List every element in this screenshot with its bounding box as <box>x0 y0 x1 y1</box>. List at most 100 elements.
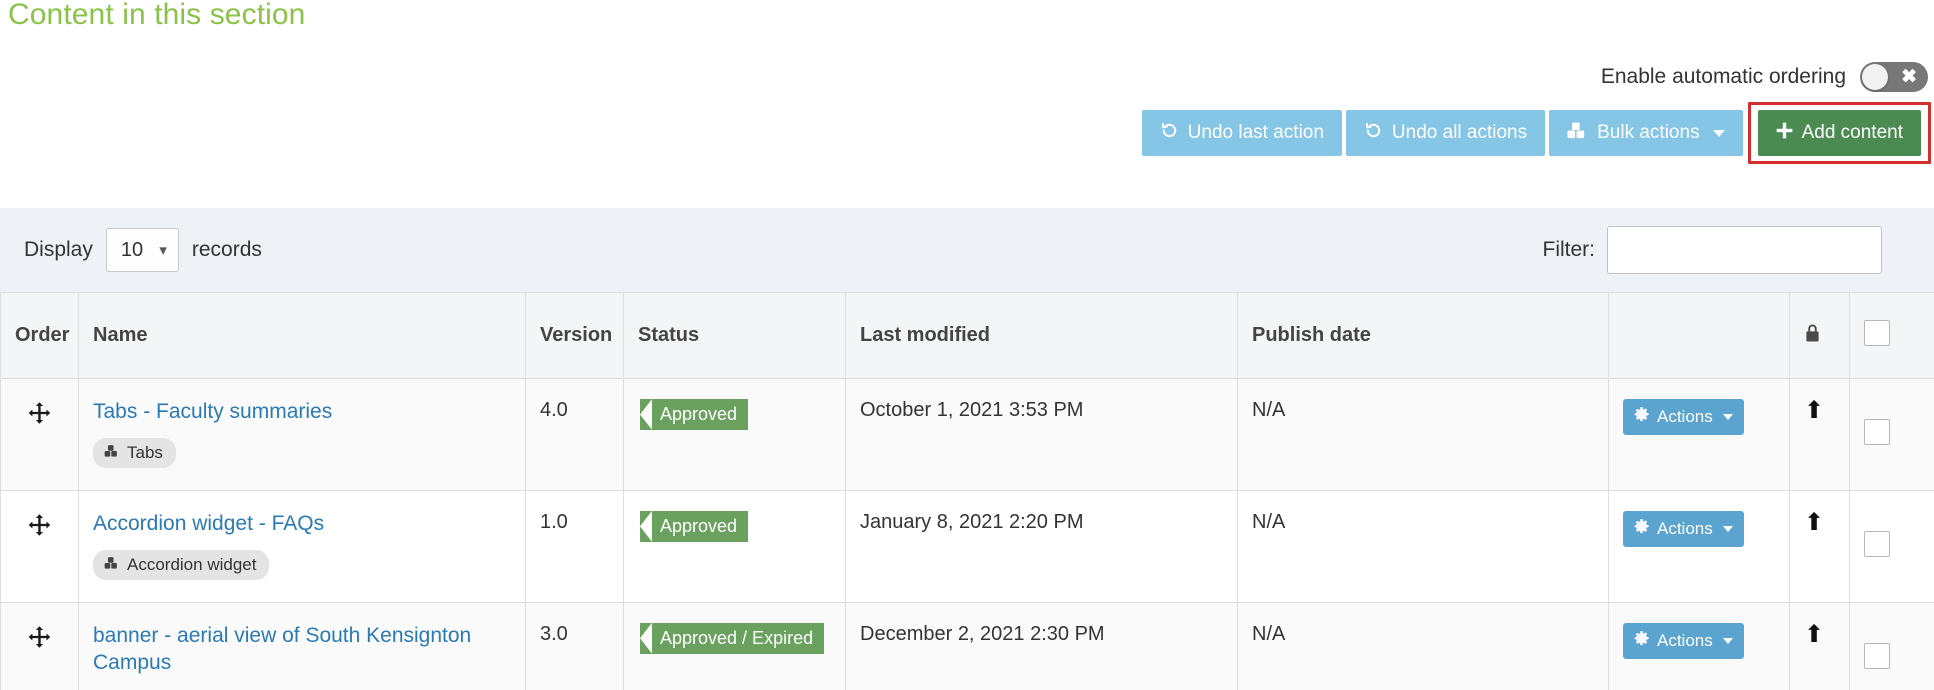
cell-select <box>1849 601 1934 690</box>
column-header-publish-date[interactable]: Publish date <box>1237 292 1609 379</box>
add-content-label: Add content <box>1801 122 1903 143</box>
add-content-highlight: Add content <box>1747 102 1931 164</box>
table-row: Tabs - Faculty summaries Tabs 4.0 Approv… <box>0 378 1934 491</box>
column-header-lock <box>1789 292 1850 379</box>
table-controls-bar: Display 10 ▾ records Filter: <box>0 208 1934 292</box>
row-actions-button[interactable]: Actions <box>1623 399 1744 435</box>
bulk-actions-button[interactable]: Bulk actions <box>1549 110 1743 156</box>
cell-select <box>1849 378 1934 491</box>
column-header-status[interactable]: Status <box>623 292 846 379</box>
chevron-down-icon <box>1712 129 1725 137</box>
cell-publish-date: N/A <box>1237 601 1609 690</box>
gear-icon <box>1634 407 1649 427</box>
cubes-icon <box>104 443 120 463</box>
filter-label: Filter: <box>1542 238 1596 261</box>
content-name-link[interactable]: Accordion widget - FAQs <box>93 511 511 538</box>
row-actions-button[interactable]: Actions <box>1623 510 1744 547</box>
cell-lock: ⬆ <box>1789 601 1850 690</box>
drag-handle-icon[interactable] <box>15 623 64 650</box>
content-type-badge: Tabs <box>93 437 176 468</box>
status-badge: Approved <box>640 399 749 430</box>
gear-icon <box>1634 518 1649 539</box>
add-content-button[interactable]: Add content <box>1757 110 1921 156</box>
cell-lock: ⬆ <box>1789 489 1850 603</box>
arrow-up-icon[interactable]: ⬆ <box>1804 397 1824 424</box>
content-type-label: Tabs <box>127 442 163 462</box>
column-header-select-all <box>1849 292 1934 379</box>
row-checkbox[interactable] <box>1864 642 1890 669</box>
column-header-actions <box>1608 292 1790 379</box>
cell-version: 4.0 <box>525 378 624 491</box>
drag-handle-icon[interactable] <box>15 399 64 426</box>
table-body: Tabs - Faculty summaries Tabs 4.0 Approv… <box>0 378 1934 690</box>
content-table: Order Name Version Status Last modified … <box>0 292 1934 690</box>
column-header-name[interactable]: Name <box>78 292 526 379</box>
column-header-last-modified[interactable]: Last modified <box>845 292 1238 379</box>
display-label: Display <box>24 238 93 261</box>
content-type-badge: Accordion widget <box>93 549 270 580</box>
lock-icon <box>1804 323 1821 349</box>
column-header-order[interactable]: Order <box>0 292 79 379</box>
row-actions-label: Actions <box>1657 630 1713 650</box>
page-title: Content in this section <box>8 0 306 31</box>
cell-name: Tabs - Faculty summaries Tabs <box>78 378 526 491</box>
cell-publish-date: N/A <box>1237 378 1609 491</box>
automatic-ordering-label: Enable automatic ordering <box>1600 65 1846 88</box>
row-actions-label: Actions <box>1657 407 1713 426</box>
bulk-actions-label: Bulk actions <box>1597 122 1700 143</box>
table-row: Accordion widget - FAQs Accordion widget… <box>0 489 1934 603</box>
row-actions-label: Actions <box>1657 518 1713 538</box>
undo-all-actions-button[interactable]: Undo all actions <box>1345 110 1546 156</box>
drag-handle-icon[interactable] <box>15 511 64 538</box>
cell-order <box>0 601 79 690</box>
table-row: banner - aerial view of South Kensignton… <box>0 601 1934 690</box>
select-all-checkbox[interactable] <box>1864 319 1890 346</box>
content-type-label: Accordion widget <box>127 554 257 574</box>
cubes-icon <box>104 555 120 575</box>
cell-publish-date: N/A <box>1237 489 1609 603</box>
table-header-row: Order Name Version Status Last modified … <box>0 292 1934 379</box>
chevron-down-icon <box>1722 414 1733 420</box>
undo-icon <box>1160 121 1179 146</box>
content-name-link[interactable]: Tabs - Faculty summaries <box>93 399 511 426</box>
undo-last-action-label: Undo last action <box>1187 122 1324 143</box>
cell-lock: ⬆ <box>1789 378 1850 491</box>
cell-version: 1.0 <box>525 489 624 603</box>
page-size-select-wrapper: 10 ▾ <box>105 228 179 272</box>
cell-order <box>0 489 79 603</box>
status-badge: Approved <box>640 510 749 542</box>
plus-icon <box>1776 122 1793 145</box>
arrow-up-icon[interactable]: ⬆ <box>1804 621 1824 648</box>
row-actions-button[interactable]: Actions <box>1623 622 1744 659</box>
gear-icon <box>1634 630 1649 651</box>
row-checkbox[interactable] <box>1864 530 1890 557</box>
row-checkbox[interactable] <box>1864 419 1890 445</box>
undo-all-actions-label: Undo all actions <box>1391 122 1528 143</box>
status-badge: Approved / Expired <box>640 622 825 654</box>
cell-version: 3.0 <box>525 601 624 690</box>
undo-icon <box>1364 121 1383 146</box>
undo-last-action-button[interactable]: Undo last action <box>1141 110 1342 156</box>
cell-actions: Actions <box>1608 378 1790 491</box>
chevron-down-icon <box>1722 525 1733 532</box>
cell-status: Approved <box>623 489 846 603</box>
automatic-ordering-toggle[interactable]: ✖ <box>1860 62 1928 92</box>
content-name-link[interactable]: banner - aerial view of South Kensignton… <box>93 623 511 677</box>
cell-select <box>1849 489 1934 603</box>
cell-name: Accordion widget - FAQs Accordion widget <box>78 489 526 603</box>
content-section-page: Content in this section Enable automatic… <box>0 0 1934 690</box>
cell-name: banner - aerial view of South Kensignton… <box>78 601 526 690</box>
content-toolbar: Undo last action Undo all actions Bulk a… <box>1141 102 1931 164</box>
cell-actions: Actions <box>1608 601 1790 690</box>
filter-input[interactable] <box>1607 226 1882 274</box>
cell-last-modified: October 1, 2021 3:53 PM <box>845 378 1238 491</box>
chevron-down-icon <box>1722 637 1733 644</box>
arrow-up-icon[interactable]: ⬆ <box>1804 509 1824 536</box>
page-size-select[interactable]: 10 <box>105 228 179 272</box>
toggle-knob <box>1862 64 1888 90</box>
cell-last-modified: December 2, 2021 2:30 PM <box>845 601 1238 690</box>
cell-last-modified: January 8, 2021 2:20 PM <box>845 489 1238 603</box>
records-label: records <box>191 238 262 261</box>
column-header-version[interactable]: Version <box>525 292 624 379</box>
automatic-ordering-control: Enable automatic ordering ✖ <box>1601 62 1928 92</box>
